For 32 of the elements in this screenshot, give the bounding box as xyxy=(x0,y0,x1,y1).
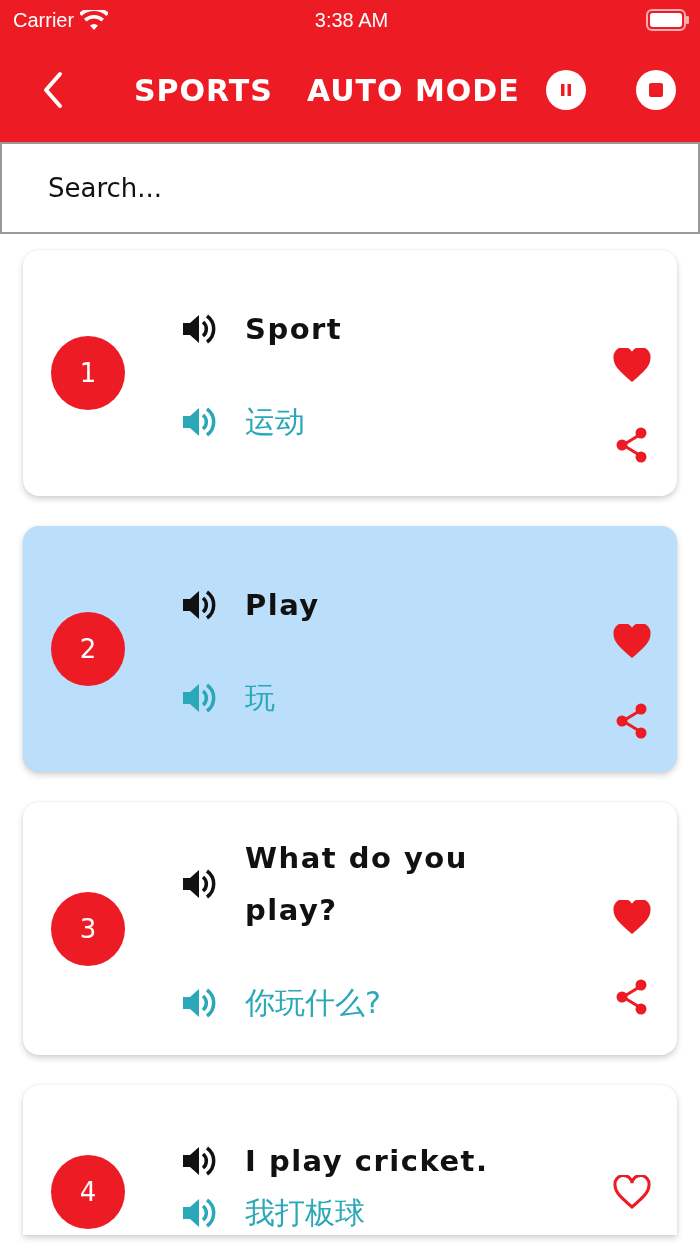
speaker-icon[interactable] xyxy=(181,867,217,901)
stop-icon xyxy=(647,82,664,98)
stop-button[interactable] xyxy=(635,70,676,110)
search-field[interactable]: Search... xyxy=(0,142,700,234)
chinese-phrase: 我打板球 xyxy=(245,1194,365,1232)
chinese-phrase: 你玩什么? xyxy=(245,984,381,1022)
phrase-card[interactable]: 3 What do you play? 你玩什么? xyxy=(23,802,677,1055)
pause-button[interactable] xyxy=(545,70,586,110)
phrase-card[interactable]: 4 I play cricket. 我打板球 xyxy=(23,1085,677,1235)
heart-outline-icon[interactable] xyxy=(613,1175,651,1209)
number-badge: 1 xyxy=(51,336,125,410)
clock-time: 3:38 AM xyxy=(314,8,389,32)
number-badge: 2 xyxy=(51,612,125,686)
carrier-label: Carrier xyxy=(13,8,75,32)
filled-heart-icon[interactable] xyxy=(613,900,651,934)
chinese-phrase: 运动 xyxy=(245,402,305,441)
speaker-icon[interactable] xyxy=(181,1144,217,1178)
chinese-phrase: 玩 xyxy=(245,678,275,717)
mode-label: AUTO MODE xyxy=(306,72,520,108)
wifi-icon xyxy=(80,10,109,30)
english-phrase: Sport xyxy=(245,310,344,348)
filled-heart-icon[interactable] xyxy=(613,348,651,382)
english-phrase: Play xyxy=(245,586,321,624)
battery-icon xyxy=(646,9,690,31)
english-phrase: I play cricket. xyxy=(245,1143,490,1180)
phrase-card[interactable]: 2 Play 玩 xyxy=(23,526,677,772)
english-phrase: What do you play? xyxy=(245,840,469,929)
screen-title: SPORTS xyxy=(134,72,273,108)
filled-heart-icon[interactable] xyxy=(613,624,651,658)
number-badge: 3 xyxy=(51,891,125,966)
number-badge: 4 xyxy=(51,1155,125,1229)
phrase-card[interactable]: 1 Sport 运动 xyxy=(23,250,677,496)
